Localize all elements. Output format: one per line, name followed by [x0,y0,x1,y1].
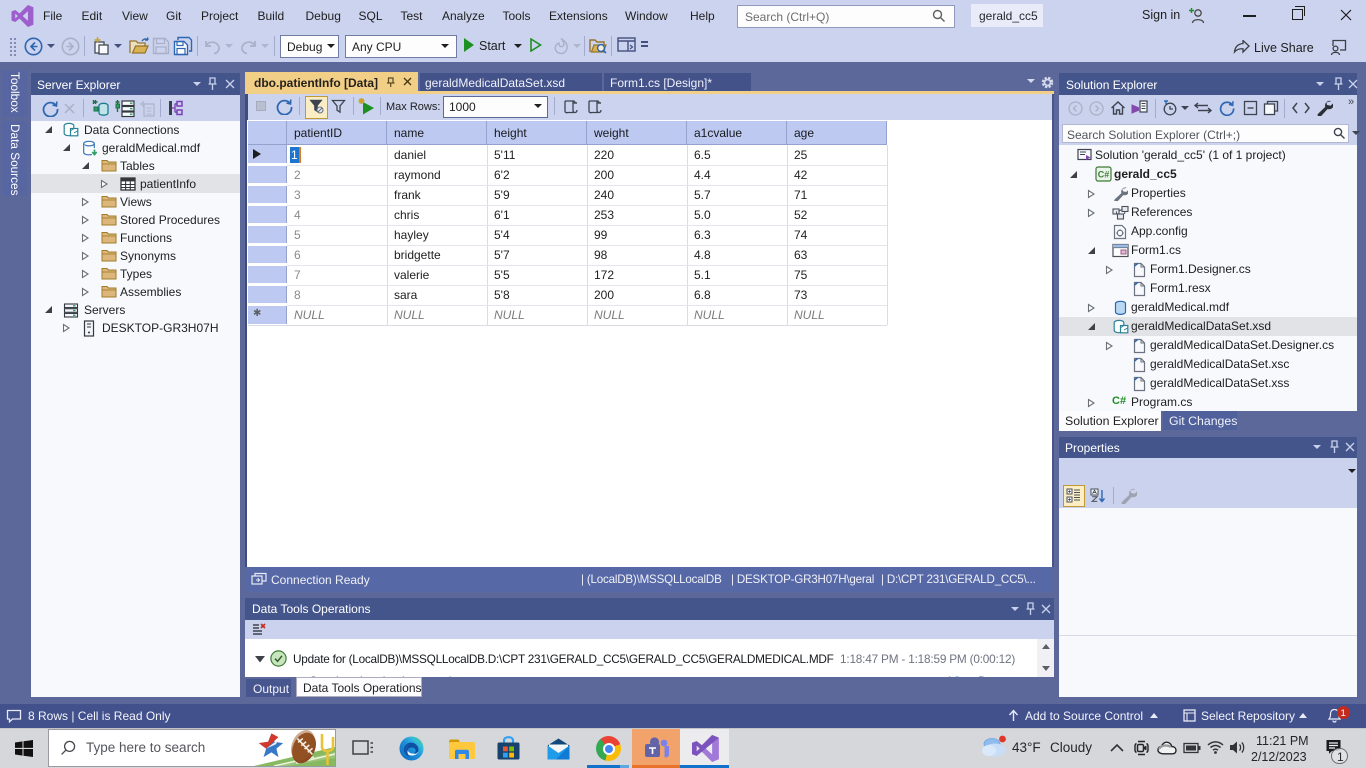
svg-text:C#: C# [1098,170,1110,180]
